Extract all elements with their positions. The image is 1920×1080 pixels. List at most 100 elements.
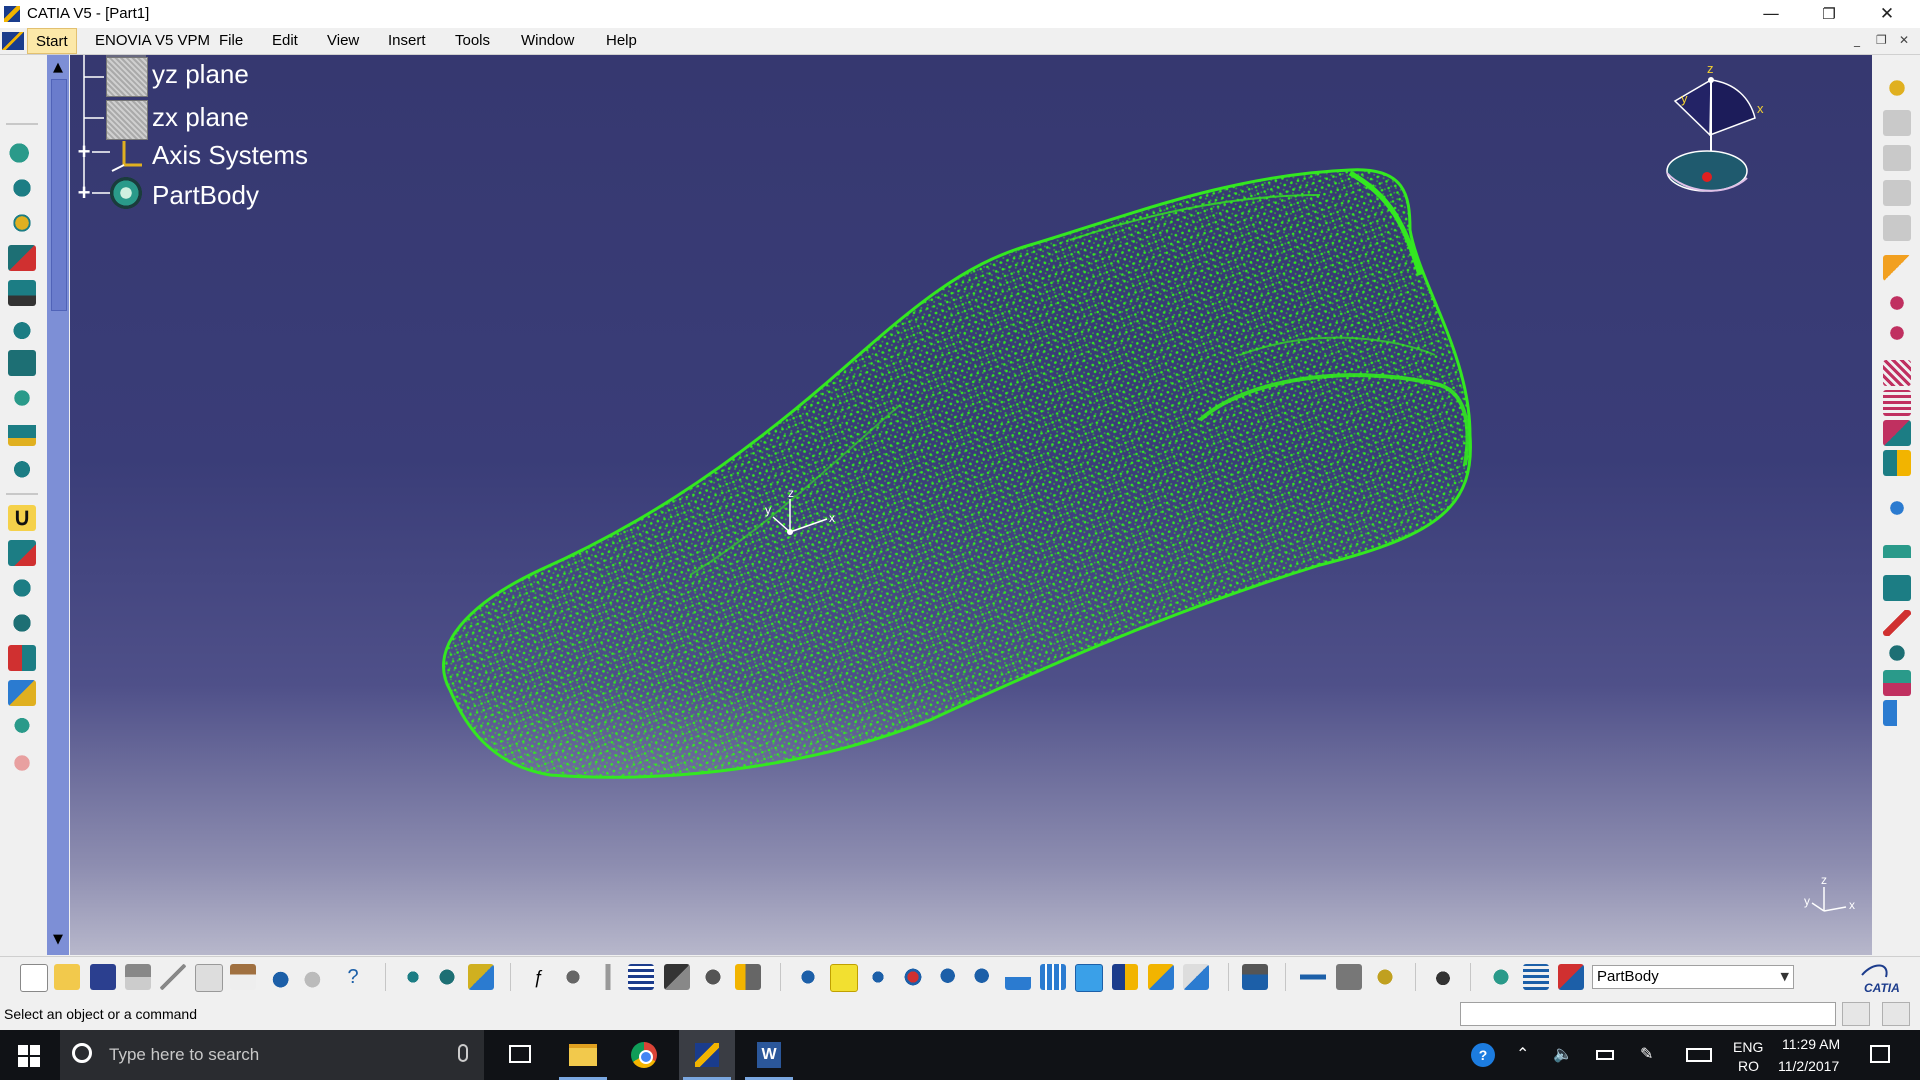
symmetry-icon[interactable] (8, 610, 36, 636)
compass-widget[interactable]: z y x (1665, 63, 1775, 213)
close-button[interactable]: ✕ (1858, 0, 1916, 28)
analysis-icon[interactable] (1883, 450, 1911, 476)
fit-all-icon[interactable] (830, 964, 858, 992)
scroll-up-arrow-icon[interactable]: ▲ (49, 59, 67, 77)
plane-tool-icon[interactable] (1883, 360, 1911, 386)
multi-view-icon[interactable] (1040, 964, 1066, 990)
camera-icon[interactable] (1430, 964, 1456, 990)
knowledge-icon[interactable] (700, 964, 726, 990)
catia-menu-logo-icon[interactable] (2, 32, 24, 50)
table-icon[interactable] (628, 964, 654, 990)
swap-icon[interactable] (468, 964, 494, 990)
input-language[interactable]: ENG (1733, 1039, 1763, 1055)
menu-window[interactable]: Window (521, 32, 574, 49)
mdi-close-button[interactable]: ✕ (1899, 33, 1909, 47)
measure-icon[interactable] (1883, 495, 1911, 521)
join-icon[interactable] (1883, 640, 1911, 666)
copy-icon[interactable] (195, 964, 223, 992)
help-tray-icon[interactable]: ? (1471, 1043, 1495, 1067)
shading-icon[interactable] (1112, 964, 1138, 990)
rotate-icon[interactable] (900, 964, 926, 990)
restore-button[interactable]: ❐ (1800, 0, 1858, 28)
extract-icon[interactable] (1883, 700, 1911, 726)
point-icon[interactable] (1883, 290, 1911, 316)
whats-this-help-icon[interactable]: ? (340, 964, 366, 990)
hide-show-icon[interactable] (1148, 964, 1174, 990)
taskbar-chrome[interactable] (617, 1030, 673, 1080)
define-in-work-object-icon[interactable] (1558, 964, 1584, 990)
menu-insert[interactable]: Insert (388, 32, 426, 49)
measure-between-icon[interactable] (1300, 964, 1326, 990)
menu-help[interactable]: Help (606, 32, 637, 49)
fillet-icon[interactable] (8, 385, 36, 411)
comment-icon[interactable] (560, 964, 586, 990)
draft-icon[interactable] (8, 420, 36, 446)
scroll-thumb[interactable] (51, 79, 67, 311)
select-arrow-icon[interactable] (1883, 255, 1911, 281)
scroll-down-arrow-icon[interactable]: ▼ (49, 931, 67, 949)
cut-icon[interactable] (160, 964, 186, 990)
battery-icon[interactable] (1596, 1050, 1614, 1060)
trim-icon[interactable] (1883, 610, 1911, 636)
tool-icon[interactable] (595, 964, 621, 990)
menu-view[interactable]: View (327, 32, 359, 49)
pocket-icon[interactable] (8, 245, 36, 271)
measure-inertia-icon[interactable] (1372, 964, 1398, 990)
hole-icon[interactable] (8, 280, 36, 306)
redo-icon[interactable] (302, 964, 328, 990)
menu-file[interactable]: File (219, 32, 243, 49)
menu-tools[interactable]: Tools (455, 32, 490, 49)
tree-scrollbar[interactable]: ▲ ▼ (47, 55, 69, 955)
catalog-icon[interactable] (664, 964, 690, 990)
formula-icon[interactable]: ƒ (525, 964, 551, 990)
notifications-icon[interactable] (1870, 1045, 1890, 1063)
undo-icon[interactable] (265, 964, 291, 990)
sketcher-icon[interactable] (1883, 75, 1911, 101)
magnet-u-icon[interactable]: ∪ (8, 505, 36, 531)
shaft-icon[interactable] (8, 175, 36, 201)
refresh-icon[interactable] (1488, 964, 1514, 990)
surface-icon[interactable] (1883, 390, 1911, 416)
iso-view-icon[interactable] (1075, 964, 1103, 992)
part-design-icon[interactable] (434, 964, 460, 990)
volume-icon[interactable]: 🔈 (1553, 1044, 1573, 1064)
fill-icon[interactable] (1883, 575, 1911, 601)
3d-viewport[interactable]: yz plane zx plane + Axis Systems + PartB… (70, 55, 1872, 955)
taskbar-file-explorer[interactable] (555, 1030, 611, 1080)
power-input-field[interactable] (1460, 1002, 1836, 1026)
show-hidden-icons-icon[interactable]: ⌃ (1516, 1044, 1529, 1064)
pattern-icon[interactable] (8, 680, 36, 706)
rotation-icon[interactable] (8, 575, 36, 601)
menu-edit[interactable]: Edit (272, 32, 298, 49)
mirror-icon[interactable] (8, 645, 36, 671)
windows-start-icon[interactable] (18, 1045, 40, 1067)
stiffener-icon[interactable] (8, 350, 36, 376)
shoe-point-cloud[interactable] (70, 55, 1872, 955)
taskbar-search-box[interactable]: Type here to search (60, 1030, 484, 1080)
swap-visible-space-icon[interactable] (1183, 964, 1209, 990)
task-view-button[interactable] (492, 1030, 548, 1080)
shell-icon[interactable] (8, 455, 36, 481)
current-body-select[interactable]: PartBody ▼ (1592, 965, 1794, 989)
tree-icon[interactable] (1523, 964, 1549, 990)
taskbar-catia[interactable] (679, 1030, 735, 1080)
zoom-in-icon[interactable] (936, 964, 962, 990)
new-file-icon[interactable] (20, 964, 48, 992)
mdi-restore-button[interactable]: ❐ (1876, 33, 1887, 47)
sketch-curve-icon[interactable] (400, 964, 426, 990)
wireframe-icon[interactable] (1883, 545, 1911, 571)
update-icon[interactable] (1242, 964, 1268, 990)
status-stop-button[interactable] (1882, 1002, 1910, 1026)
pen-icon[interactable]: ✎ (1640, 1044, 1653, 1064)
sweep-icon[interactable] (8, 210, 36, 236)
pan-icon[interactable] (865, 964, 891, 990)
split-icon[interactable] (1883, 670, 1911, 696)
open-file-icon[interactable] (54, 964, 80, 990)
reaction-icon[interactable] (735, 964, 761, 990)
thickness-icon[interactable] (8, 750, 36, 776)
translation-icon[interactable] (8, 540, 36, 566)
menu-start[interactable]: Start (27, 28, 77, 54)
line-icon[interactable] (1883, 320, 1911, 346)
measure-item-icon[interactable] (1336, 964, 1362, 990)
print-icon[interactable] (125, 964, 151, 990)
